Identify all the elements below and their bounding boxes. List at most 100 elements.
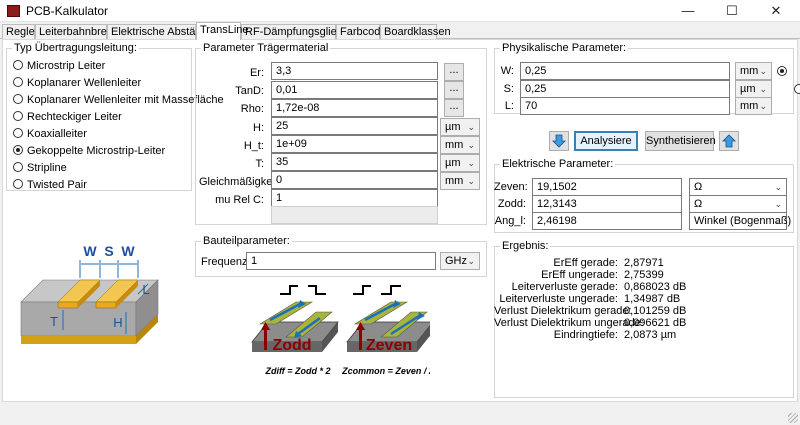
title-bar: PCB-Kalkulator — ☐ ✕ (0, 0, 800, 22)
angl-unit-select[interactable]: Winkel (Bogenmaß) ⌄ (689, 212, 791, 230)
murel-label: mu Rel C: (215, 194, 264, 206)
tand-label: TanD: (235, 85, 264, 97)
roughness-label: Gleichmäßigkeit: (199, 176, 281, 188)
tab-farbcode[interactable]: Farbcode (336, 24, 386, 39)
result-value: 0,101259 dB (624, 305, 687, 317)
frequency-input[interactable]: 1 (246, 252, 436, 270)
maximize-button[interactable]: ☐ (710, 0, 754, 22)
label-w-right: W (121, 243, 135, 259)
radio-coax[interactable]: Koaxialleiter (13, 127, 87, 142)
window-title: PCB-Kalkulator (26, 4, 109, 18)
l-input[interactable]: 70 (520, 97, 730, 115)
chevron-down-icon: ⌄ (759, 84, 767, 94)
chevron-down-icon: ⌄ (467, 158, 475, 168)
radio-coupled-microstrip[interactable]: Gekoppelte Microstrip-Leiter (13, 144, 165, 159)
radio-coplanar[interactable]: Koplanarer Wellenleiter (13, 76, 141, 91)
label-l: L (142, 282, 149, 297)
line-type-group: Typ Übertragungsleitung: Microstrip Leit… (6, 42, 224, 193)
zeven-unit-select[interactable]: Ω ⌄ (689, 178, 787, 196)
chevron-down-icon: ⌄ (759, 101, 767, 111)
resize-grip-icon[interactable] (788, 413, 798, 423)
result-label: Eindringtiefe: (553, 329, 618, 341)
close-button[interactable]: ✕ (754, 0, 798, 22)
roughness-unit-select[interactable]: mm ⌄ (440, 172, 480, 190)
er-input[interactable]: 3,3 (271, 62, 438, 80)
frequency-unit-select[interactable]: GHz ⌄ (440, 252, 480, 270)
tab-rf-daempfungsglieder[interactable]: RF-Dämpfungsglieder (241, 24, 353, 39)
w-label: W: (500, 65, 514, 77)
rho-browse-button[interactable]: ... (444, 99, 464, 117)
disabled-input (271, 206, 438, 224)
w-unit-select[interactable]: mm ⌄ (735, 62, 772, 80)
ht-input[interactable]: 1e+09 (271, 135, 438, 153)
label-w-left: W (83, 243, 97, 259)
s-unit-select[interactable]: µm ⌄ (735, 80, 772, 98)
w-calc-radio[interactable] (777, 66, 787, 76)
chevron-down-icon: ⌄ (774, 199, 782, 209)
radio-twisted-pair[interactable]: Twisted Pair (13, 178, 87, 193)
er-browse-button[interactable]: ... (444, 63, 464, 81)
chevron-down-icon: ⌄ (759, 66, 767, 76)
result-label: Leiterverluste ungerade: (499, 293, 618, 305)
result-value: 2,87971 (624, 257, 664, 269)
synthesize-arrow-button[interactable] (719, 131, 739, 151)
result-value: 2,75399 (624, 269, 664, 281)
s-calc-radio[interactable] (794, 84, 800, 94)
w-input[interactable]: 0,25 (520, 62, 730, 80)
minimize-button[interactable]: — (666, 0, 710, 22)
tand-browse-button[interactable]: ... (444, 81, 464, 99)
substrate-title: Parameter Trägermaterial (201, 42, 331, 54)
angl-input[interactable]: 2,46198 (532, 212, 682, 230)
zdiff-formula: Zdiff = Zodd * 2 (264, 366, 330, 376)
h-unit-select[interactable]: µm ⌄ (440, 118, 480, 136)
app-icon (7, 5, 20, 17)
result-label: Leiterverluste gerade: (511, 281, 618, 293)
even-mode-figure: Zeven (346, 285, 430, 354)
rho-input[interactable]: 1,72e-08 (271, 99, 438, 117)
arrow-up-icon (722, 134, 736, 148)
chevron-down-icon: ⌄ (774, 182, 782, 192)
analyze-arrow-button[interactable] (549, 131, 569, 151)
ht-unit-select[interactable]: mm ⌄ (440, 136, 480, 154)
zeven-input[interactable]: 19,1502 (532, 178, 682, 196)
tab-transline[interactable]: TransLine (196, 22, 249, 40)
radio-stripline[interactable]: Stripline (13, 161, 67, 176)
roughness-input[interactable]: 0 (271, 171, 438, 189)
chevron-down-icon: ⌄ (467, 256, 475, 266)
odd-mode-figure: Zodd (251, 285, 339, 354)
chevron-down-icon: ⌄ (467, 176, 475, 186)
arrow-down-icon (552, 134, 566, 148)
analyze-button[interactable]: Analysiere (574, 131, 638, 151)
mode-diagram: Zodd Zeven Zdiff = Zodd * 2 Zcommon = Ze… (251, 285, 430, 376)
chevron-down-icon: ⌄ (774, 216, 782, 226)
zodd-unit-select[interactable]: Ω ⌄ (689, 195, 787, 213)
tand-input[interactable]: 0,01 (271, 81, 438, 99)
result-label: Verlust Dielektrikum ungerade: (494, 317, 644, 329)
s-input[interactable]: 0,25 (520, 80, 730, 98)
synthesize-button[interactable]: Synthetisieren (645, 131, 716, 151)
tab-boardklassen[interactable]: Boardklassen (380, 24, 451, 39)
murel-input[interactable]: 1 (271, 189, 438, 207)
radio-microstrip[interactable]: Microstrip Leiter (13, 59, 105, 74)
result-label: Verlust Dielektrikum gerade: (494, 305, 632, 317)
radio-coplanar-ground[interactable]: Koplanarer Wellenleiter mit Massefläche (13, 93, 224, 108)
radio-rectangular[interactable]: Rechteckiger Leiter (13, 110, 122, 125)
electrical-title: Elektrische Parameter: (500, 158, 616, 170)
zodd-input[interactable]: 12,3143 (532, 195, 682, 213)
results-title: Ergebnis: (500, 240, 551, 252)
t-input[interactable]: 35 (271, 153, 438, 171)
chevron-down-icon: ⌄ (467, 140, 475, 150)
status-bar (0, 404, 800, 425)
zeven-field-label: Zeven: (494, 181, 528, 193)
zodd-label: Zodd (272, 337, 311, 354)
s-label: S: (503, 83, 514, 95)
h-input[interactable]: 25 (271, 117, 438, 135)
component-title: Bauteilparameter: (201, 235, 292, 247)
t-unit-select[interactable]: µm ⌄ (440, 154, 480, 172)
result-value: 0,096621 dB (624, 317, 687, 329)
tab-regler[interactable]: Regler (2, 24, 38, 39)
tab-elektrische-abstaende[interactable]: Elektrische Abstände (107, 24, 214, 39)
l-unit-select[interactable]: mm ⌄ (735, 97, 772, 115)
zcommon-formula: Zcommon = Zeven / 2 (341, 366, 430, 376)
tab-leiterbahnbreite[interactable]: Leiterbahnbreite (35, 24, 119, 39)
